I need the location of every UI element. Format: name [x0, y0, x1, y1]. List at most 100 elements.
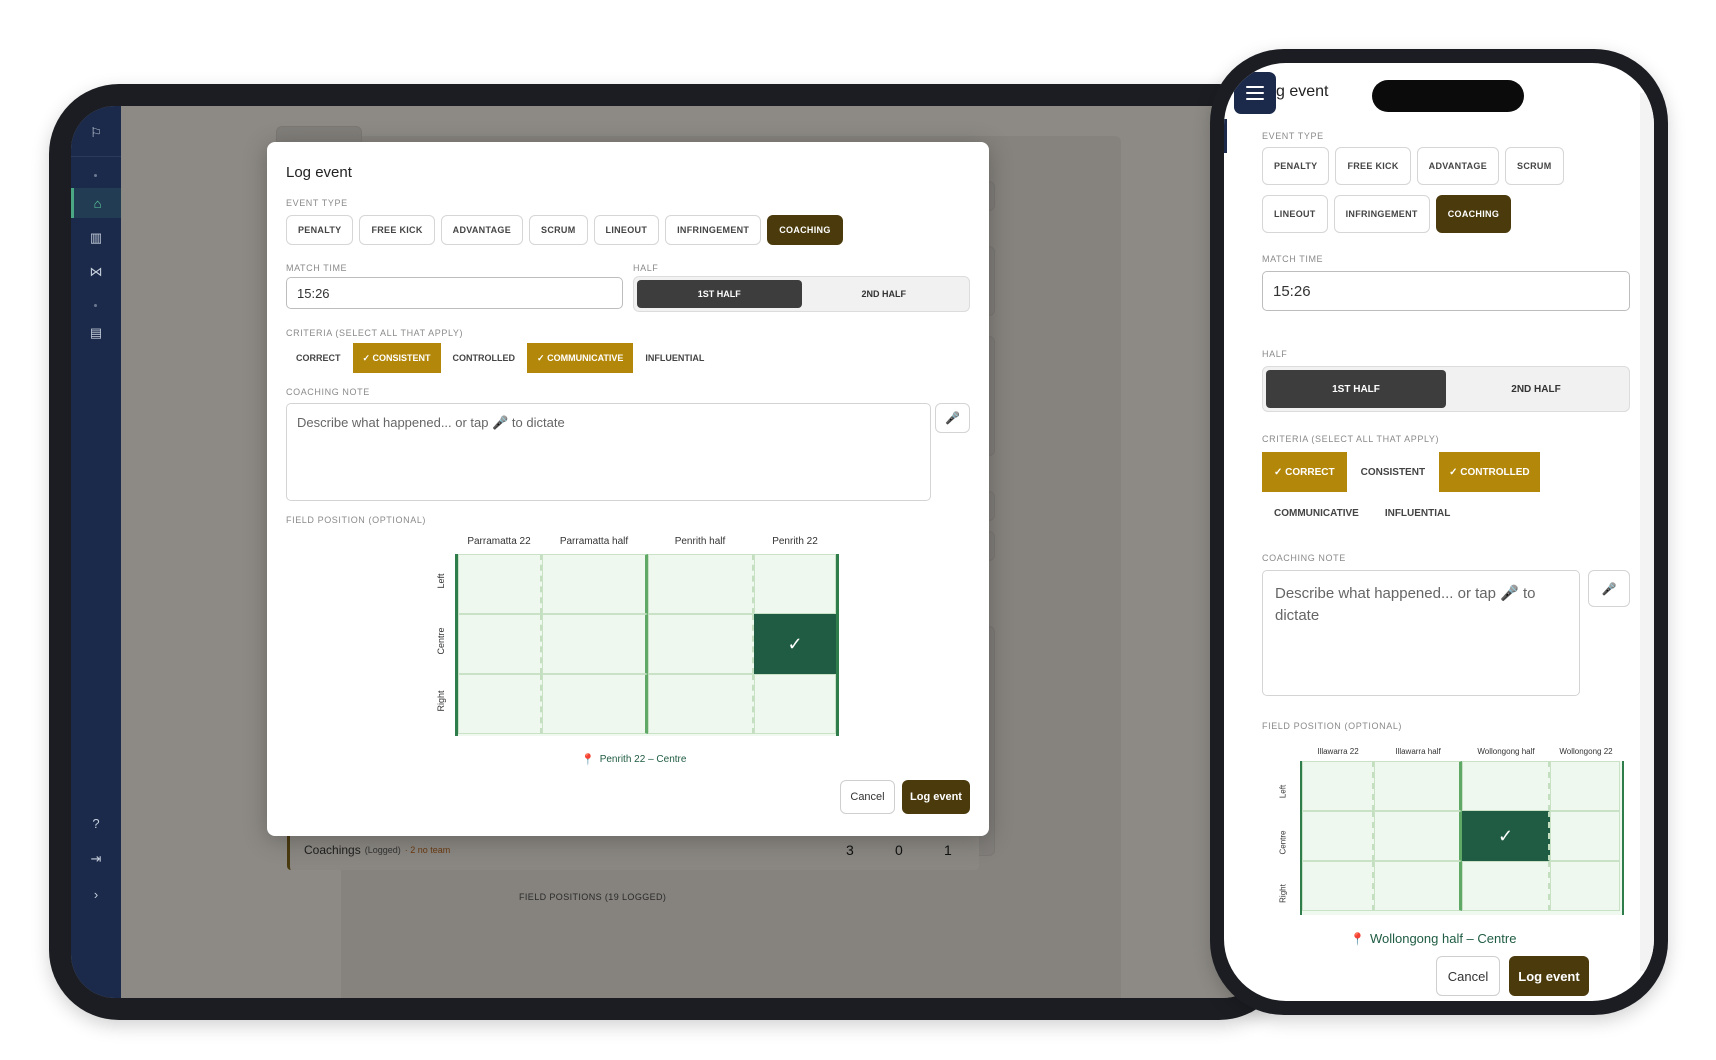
- share-icon[interactable]: ⋈: [71, 257, 121, 287]
- half-button-first[interactable]: 1ST HALF: [637, 280, 802, 308]
- field-column-label: Illawarra half: [1395, 747, 1441, 756]
- row-warning: · 2 no team: [404, 845, 451, 855]
- row-value: 0: [895, 842, 903, 858]
- help-icon[interactable]: ?: [71, 808, 121, 838]
- field-cell[interactable]: [458, 554, 542, 614]
- sidebar-dot: [94, 304, 97, 307]
- half-button-first[interactable]: 1ST HALF: [1266, 370, 1446, 408]
- home-icon[interactable]: ⌂: [71, 188, 121, 218]
- field-column-label: Wollongong 22: [1559, 747, 1613, 756]
- coaching-note-textarea[interactable]: Describe what happened... or tap 🎤 to di…: [1262, 570, 1580, 696]
- log-event-button[interactable]: Log event: [1509, 956, 1589, 996]
- row-label: Coachings: [304, 843, 361, 857]
- field-cell[interactable]: [1374, 811, 1462, 861]
- bar-chart-icon[interactable]: ▥: [71, 223, 121, 253]
- modal-title: Log event: [286, 164, 352, 181]
- half-label: HALF: [1262, 349, 1288, 359]
- menu-icon[interactable]: [1234, 72, 1276, 114]
- event-chip-infringement[interactable]: INFRINGEMENT: [1333, 195, 1430, 233]
- criteria-influential[interactable]: INFLUENTIAL: [1373, 493, 1463, 533]
- field-position-label: FIELD POSITION (OPTIONAL): [286, 515, 427, 525]
- half-label: HALF: [633, 263, 659, 273]
- event-type-label: EVENT TYPE: [286, 198, 348, 208]
- half-button-second[interactable]: 2ND HALF: [802, 280, 967, 308]
- criteria-influential[interactable]: INFLUENTIAL: [635, 343, 714, 373]
- dynamic-island: [1372, 80, 1524, 112]
- event-chip-scrum[interactable]: SCRUM: [1505, 147, 1564, 185]
- criteria-correct[interactable]: ✓ CORRECT: [1262, 452, 1347, 492]
- field-cell[interactable]: [1550, 811, 1620, 861]
- tablet-screen: ⚐ ⌂ ▥ ⋈ ▤ ? ⇥ › Coachings (Logged) · 2 n…: [71, 106, 1267, 998]
- event-chip-coaching[interactable]: COACHING: [1435, 195, 1512, 233]
- field-cell[interactable]: [754, 674, 836, 734]
- criteria-controlled[interactable]: CONTROLLED: [443, 343, 526, 373]
- event-chip-free-kick[interactable]: FREE KICK: [359, 215, 435, 245]
- event-chip-lineout[interactable]: LINEOUT: [593, 215, 660, 245]
- event-type-label: EVENT TYPE: [1262, 131, 1324, 141]
- cancel-button[interactable]: Cancel: [1436, 956, 1500, 996]
- criteria-controlled[interactable]: ✓ CONTROLLED: [1439, 452, 1540, 492]
- field-cell[interactable]: [1374, 761, 1462, 811]
- event-chip-penalty[interactable]: PENALTY: [286, 215, 354, 245]
- event-chip-advantage[interactable]: ADVANTAGE: [1416, 147, 1500, 185]
- event-chip-scrum[interactable]: SCRUM: [529, 215, 588, 245]
- field-row-label: Left: [1278, 784, 1288, 799]
- chevron-right-icon[interactable]: ›: [71, 879, 121, 909]
- event-chip-free-kick[interactable]: FREE KICK: [1335, 147, 1411, 185]
- field-cell[interactable]: ✓: [1462, 811, 1550, 861]
- sidebar-dot: [94, 174, 97, 177]
- sidebar-divider: [71, 156, 121, 157]
- check-icon: ✓: [787, 633, 803, 654]
- log-event-button[interactable]: Log event: [902, 780, 970, 814]
- field-cell[interactable]: [1374, 861, 1462, 911]
- cancel-button[interactable]: Cancel: [840, 780, 895, 814]
- logout-icon[interactable]: ⇥: [71, 844, 121, 874]
- field-cell[interactable]: [542, 554, 648, 614]
- field-cell[interactable]: [1462, 861, 1550, 911]
- field-cell[interactable]: [754, 554, 836, 614]
- match-time-input[interactable]: 15:26: [1262, 271, 1630, 311]
- field-cell[interactable]: [648, 674, 754, 734]
- field-cell[interactable]: [458, 674, 542, 734]
- field-cell[interactable]: [1302, 811, 1374, 861]
- field-cell[interactable]: [648, 614, 754, 674]
- background-table-row: Coachings (Logged) · 2 no team 3 0 1: [287, 830, 979, 870]
- field-position-label: FIELD POSITION (OPTIONAL): [1262, 721, 1403, 731]
- criteria-consistent[interactable]: CONSISTENT: [1349, 452, 1437, 492]
- event-chip-penalty[interactable]: PENALTY: [1262, 147, 1330, 185]
- match-time-label: MATCH TIME: [286, 263, 348, 273]
- criteria-label: CRITERIA (SELECT ALL THAT APPLY): [1262, 434, 1440, 444]
- event-chip-infringement[interactable]: INFRINGEMENT: [665, 215, 762, 245]
- field-cell[interactable]: ✓: [754, 614, 836, 674]
- field-cell[interactable]: [1550, 761, 1620, 811]
- coaching-note-textarea[interactable]: Describe what happened... or tap 🎤 to di…: [286, 403, 931, 501]
- field-cell[interactable]: [648, 554, 754, 614]
- microphone-icon[interactable]: 🎤: [935, 403, 970, 433]
- event-chip-coaching[interactable]: COACHING: [767, 215, 843, 245]
- field-column-label: Parramatta 22: [467, 536, 531, 547]
- field-cell[interactable]: [1302, 761, 1374, 811]
- field-cell[interactable]: [542, 614, 648, 674]
- match-time-input[interactable]: 15:26: [286, 277, 623, 309]
- field-cell[interactable]: [1302, 861, 1374, 911]
- criteria-communicative[interactable]: ✓ COMMUNICATIVE: [527, 343, 634, 373]
- event-chip-advantage[interactable]: ADVANTAGE: [440, 215, 524, 245]
- half-button-second[interactable]: 2ND HALF: [1446, 370, 1626, 408]
- whistle-icon[interactable]: ⚐: [71, 118, 121, 148]
- criteria-communicative[interactable]: COMMUNICATIVE: [1262, 493, 1371, 533]
- field-row-label: Centre: [1278, 830, 1288, 855]
- criteria-correct[interactable]: CORRECT: [286, 343, 351, 373]
- row-logged: (Logged): [364, 845, 401, 855]
- background-footer: FIELD POSITIONS (19 LOGGED): [519, 892, 667, 902]
- field-cell[interactable]: [458, 614, 542, 674]
- field-row-label: Right: [436, 690, 446, 712]
- document-icon[interactable]: ▤: [71, 318, 121, 348]
- field-position-caption: 📍 Wollongong half – Centre: [1350, 931, 1516, 946]
- field-cell[interactable]: [1462, 761, 1550, 811]
- field-cell[interactable]: [542, 674, 648, 734]
- scrollbar[interactable]: [1640, 93, 1654, 971]
- criteria-consistent[interactable]: ✓ CONSISTENT: [352, 343, 441, 373]
- field-cell[interactable]: [1550, 861, 1620, 911]
- microphone-icon[interactable]: 🎤: [1588, 570, 1630, 607]
- event-chip-lineout[interactable]: LINEOUT: [1262, 195, 1328, 233]
